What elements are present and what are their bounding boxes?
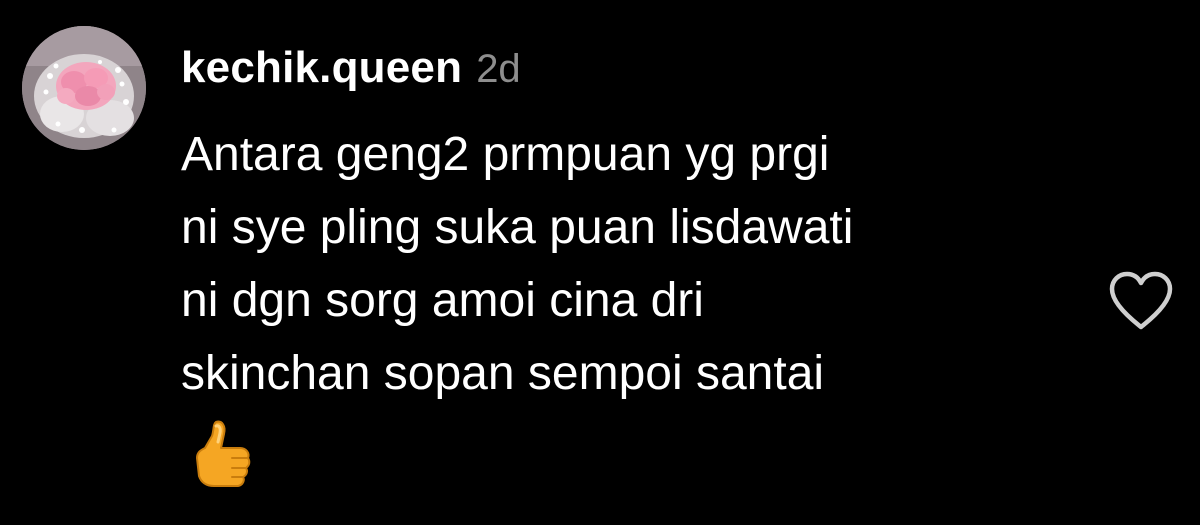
comment-line: skinchan sopan sempoi santai bbox=[181, 347, 825, 400]
comment-timestamp: 2d bbox=[476, 47, 521, 91]
comment-header: kechik.queen 2d bbox=[181, 38, 521, 98]
avatar[interactable] bbox=[22, 26, 146, 150]
comment-line: ni dgn sorg amoi cina dri bbox=[181, 274, 704, 327]
comment-text: Antara geng2 prmpuan yg prgi ni sye plin… bbox=[181, 118, 1081, 410]
heart-outline-icon bbox=[1109, 271, 1173, 330]
comment-item: kechik.queen 2d Antara geng2 prmpuan yg p… bbox=[0, 0, 1200, 525]
like-button[interactable] bbox=[1106, 270, 1176, 332]
comment-line: ni sye pling suka puan lisdawati bbox=[181, 201, 854, 254]
comment-line: Antara geng2 prmpuan yg prgi bbox=[181, 128, 830, 181]
username-link[interactable]: kechik.queen bbox=[181, 43, 462, 92]
avatar-image bbox=[22, 26, 146, 150]
thumbs-up-emoji-icon bbox=[188, 418, 256, 490]
